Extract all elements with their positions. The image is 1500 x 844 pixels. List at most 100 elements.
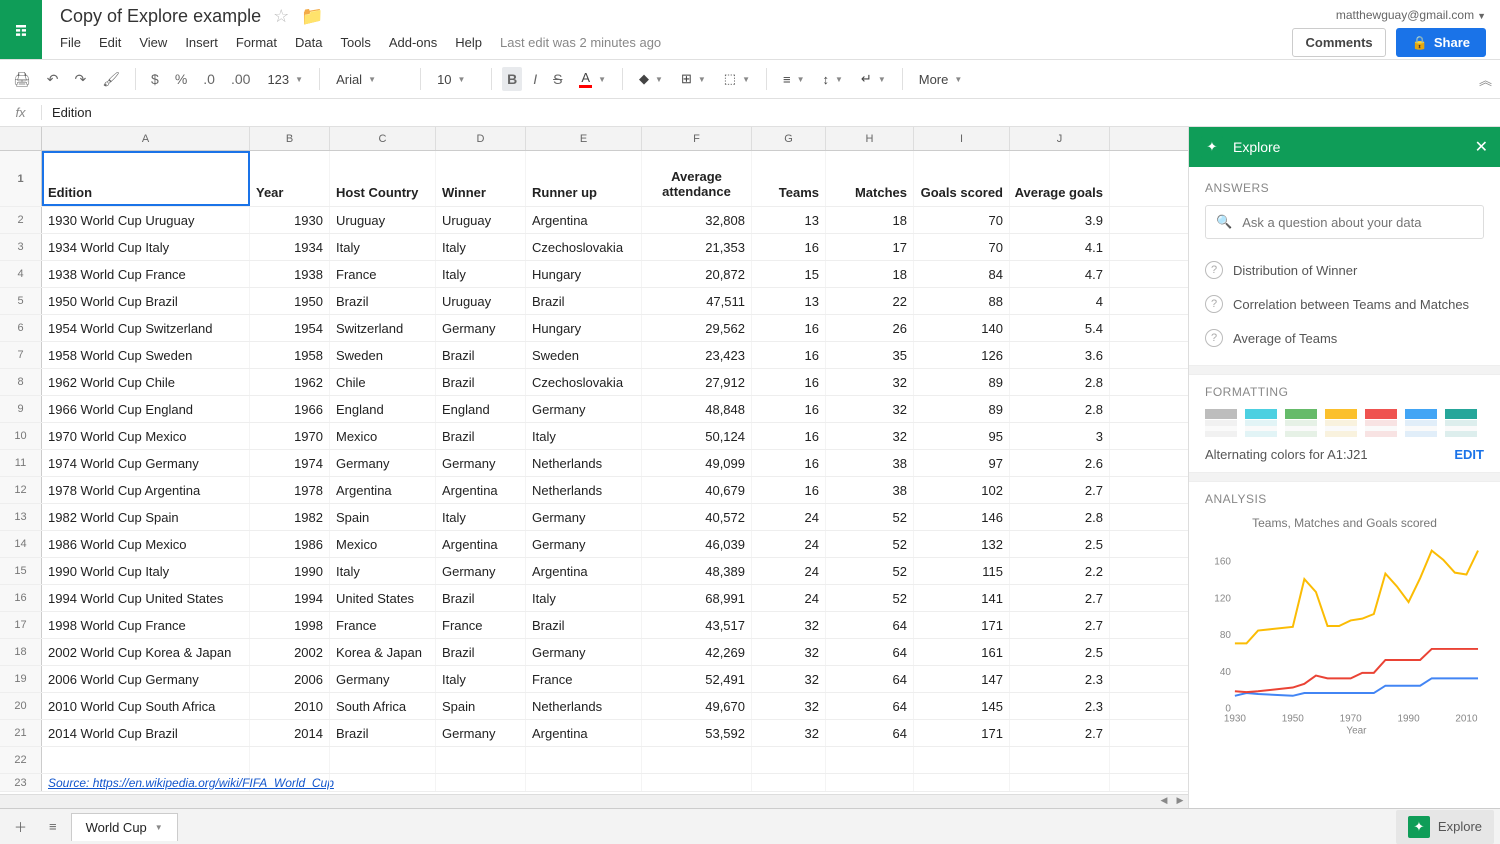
- cell[interactable]: Uruguay: [436, 207, 526, 233]
- share-button[interactable]: 🔒Share: [1396, 28, 1486, 57]
- cell[interactable]: United States: [330, 585, 436, 611]
- cell[interactable]: Czechoslovakia: [526, 369, 642, 395]
- color-chip[interactable]: [1405, 409, 1437, 437]
- cell[interactable]: 2.2: [1010, 558, 1110, 584]
- cell[interactable]: 1986: [250, 531, 330, 557]
- cell[interactable]: 32: [752, 720, 826, 746]
- cell[interactable]: Uruguay: [436, 288, 526, 314]
- analysis-chart[interactable]: 0408012016019301950197019902010Year: [1205, 538, 1484, 738]
- cell[interactable]: 1990: [250, 558, 330, 584]
- cell[interactable]: 20,872: [642, 261, 752, 287]
- cell[interactable]: 17: [826, 234, 914, 260]
- cell[interactable]: 16: [752, 315, 826, 341]
- cell[interactable]: Argentina: [436, 531, 526, 557]
- cell[interactable]: 32: [752, 666, 826, 692]
- wrap-dropdown[interactable]: ↵▼: [855, 68, 892, 90]
- cell[interactable]: 2010 World Cup South Africa: [42, 693, 250, 719]
- col-header-A[interactable]: A: [42, 127, 250, 150]
- cell[interactable]: 2.3: [1010, 666, 1110, 692]
- color-chip[interactable]: [1325, 409, 1357, 437]
- cell[interactable]: 1954 World Cup Switzerland: [42, 315, 250, 341]
- cell[interactable]: 70: [914, 207, 1010, 233]
- header-cell[interactable]: Goals scored: [914, 151, 1010, 206]
- row-header[interactable]: 19: [0, 666, 42, 692]
- cell[interactable]: Germany: [436, 558, 526, 584]
- header-cell[interactable]: Average attendance: [642, 151, 752, 206]
- cell[interactable]: 1974: [250, 450, 330, 476]
- row-header[interactable]: 17: [0, 612, 42, 638]
- cell[interactable]: Argentina: [526, 720, 642, 746]
- cell[interactable]: 3.6: [1010, 342, 1110, 368]
- doc-title[interactable]: Copy of Explore example: [60, 6, 261, 27]
- cell[interactable]: 2.8: [1010, 369, 1110, 395]
- sheet-tab[interactable]: World Cup▼: [71, 813, 178, 841]
- menu-view[interactable]: View: [139, 35, 167, 50]
- col-header-D[interactable]: D: [436, 127, 526, 150]
- cell[interactable]: 102: [914, 477, 1010, 503]
- cell[interactable]: 1938 World Cup France: [42, 261, 250, 287]
- valign-dropdown[interactable]: ↕▼: [817, 69, 849, 90]
- star-icon[interactable]: ☆: [273, 6, 289, 27]
- cell[interactable]: Argentina: [526, 207, 642, 233]
- cell[interactable]: Germany: [526, 504, 642, 530]
- cell[interactable]: 1930 World Cup Uruguay: [42, 207, 250, 233]
- cell[interactable]: Germany: [436, 315, 526, 341]
- cell[interactable]: Italy: [436, 666, 526, 692]
- cell[interactable]: Brazil: [436, 585, 526, 611]
- cell[interactable]: 146: [914, 504, 1010, 530]
- cell[interactable]: 16: [752, 369, 826, 395]
- row-header[interactable]: 13: [0, 504, 42, 530]
- cell[interactable]: 126: [914, 342, 1010, 368]
- cell[interactable]: 4.7: [1010, 261, 1110, 287]
- cell[interactable]: 38: [826, 477, 914, 503]
- suggest-item[interactable]: ?Average of Teams: [1205, 321, 1484, 355]
- halign-dropdown[interactable]: ≡▼: [777, 69, 811, 90]
- cell[interactable]: 161: [914, 639, 1010, 665]
- menu-data[interactable]: Data: [295, 35, 322, 50]
- cell[interactable]: 1958: [250, 342, 330, 368]
- col-header-I[interactable]: I: [914, 127, 1010, 150]
- cell[interactable]: Italy: [436, 234, 526, 260]
- col-header-J[interactable]: J: [1010, 127, 1110, 150]
- all-sheets-icon[interactable]: ≡: [41, 813, 65, 840]
- fontsize-dropdown[interactable]: 10▼: [431, 69, 481, 90]
- cell[interactable]: 1954: [250, 315, 330, 341]
- cell[interactable]: 48,389: [642, 558, 752, 584]
- cell[interactable]: Argentina: [436, 477, 526, 503]
- row-header[interactable]: 21: [0, 720, 42, 746]
- cell[interactable]: 40,679: [642, 477, 752, 503]
- cell[interactable]: 171: [914, 720, 1010, 746]
- menu-insert[interactable]: Insert: [185, 35, 218, 50]
- suggest-item[interactable]: ?Distribution of Winner: [1205, 253, 1484, 287]
- col-header-F[interactable]: F: [642, 127, 752, 150]
- cell[interactable]: Italy: [436, 261, 526, 287]
- cell[interactable]: 1962 World Cup Chile: [42, 369, 250, 395]
- cell[interactable]: 13: [752, 207, 826, 233]
- cell[interactable]: 22: [826, 288, 914, 314]
- cell[interactable]: Brazil: [436, 342, 526, 368]
- strike-icon[interactable]: S: [548, 67, 567, 91]
- cell[interactable]: 1970: [250, 423, 330, 449]
- close-icon[interactable]: ✕: [1475, 137, 1488, 157]
- cell[interactable]: Korea & Japan: [330, 639, 436, 665]
- cell[interactable]: 2.7: [1010, 720, 1110, 746]
- cell[interactable]: 97: [914, 450, 1010, 476]
- cell[interactable]: Chile: [330, 369, 436, 395]
- cell[interactable]: Brazil: [436, 423, 526, 449]
- cell[interactable]: 1934 World Cup Italy: [42, 234, 250, 260]
- cell[interactable]: 2.3: [1010, 693, 1110, 719]
- cell[interactable]: 1950 World Cup Brazil: [42, 288, 250, 314]
- cell[interactable]: Netherlands: [526, 477, 642, 503]
- cell[interactable]: 147: [914, 666, 1010, 692]
- cell[interactable]: [826, 747, 914, 773]
- cell[interactable]: 84: [914, 261, 1010, 287]
- row-header[interactable]: 5: [0, 288, 42, 314]
- cell[interactable]: 52: [826, 558, 914, 584]
- row-header[interactable]: 8: [0, 369, 42, 395]
- cell[interactable]: Germany: [330, 666, 436, 692]
- cell[interactable]: Italy: [330, 558, 436, 584]
- cell[interactable]: 2.7: [1010, 477, 1110, 503]
- cell[interactable]: Brazil: [526, 612, 642, 638]
- cell[interactable]: 145: [914, 693, 1010, 719]
- cell[interactable]: Italy: [526, 585, 642, 611]
